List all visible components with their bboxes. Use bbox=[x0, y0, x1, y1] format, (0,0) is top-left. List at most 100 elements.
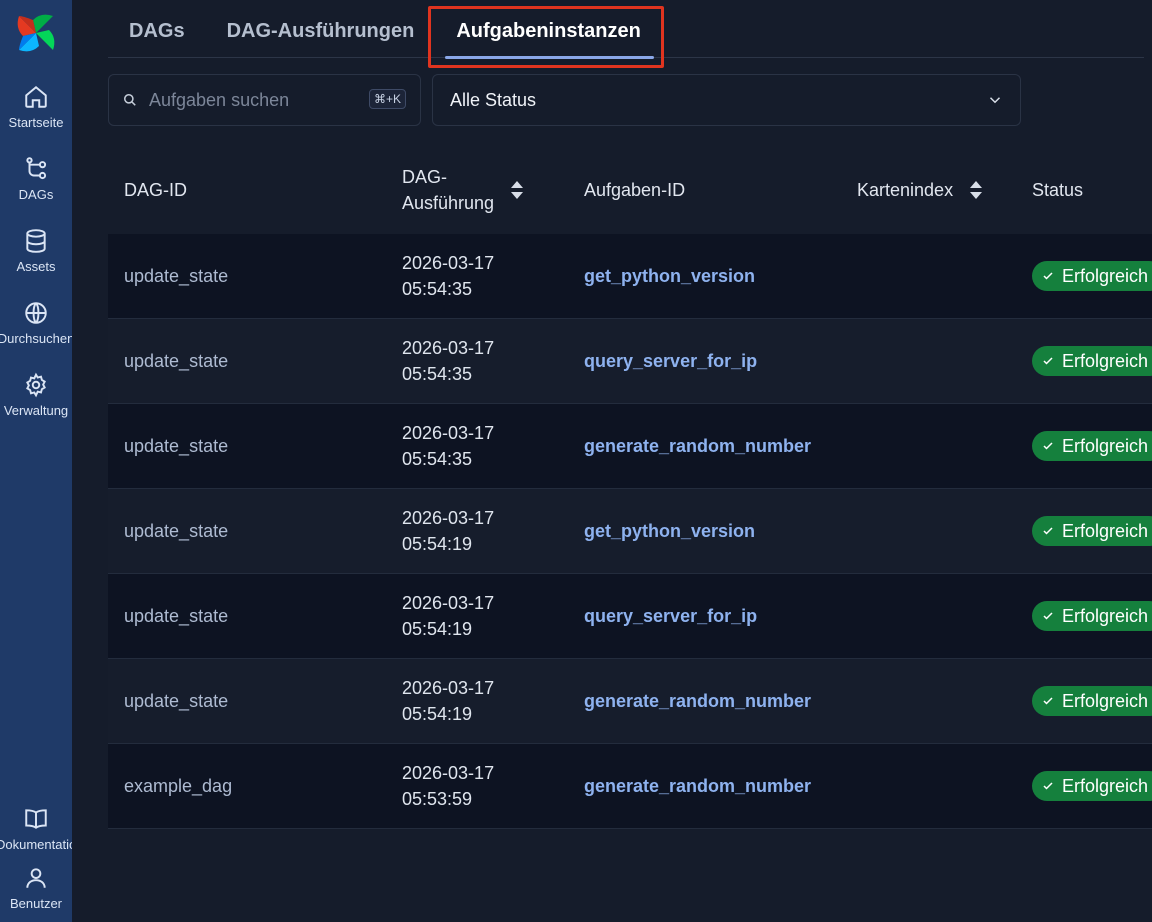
status-text: Erfolgreich bbox=[1062, 350, 1149, 371]
chevron-down-icon bbox=[989, 97, 1001, 104]
table-body: update_state 2026-03-17 05:54:35 get_pyt… bbox=[108, 234, 1152, 829]
sort-icon[interactable] bbox=[969, 180, 983, 200]
status-text: Erfolgreich bbox=[1062, 605, 1149, 626]
table-row[interactable]: update_state 2026-03-17 05:54:19 get_pyt… bbox=[108, 489, 1152, 574]
cell-status: Erfolgreich bbox=[1032, 346, 1152, 376]
cell-dag-run[interactable]: 2026-03-17 05:53:59 bbox=[402, 760, 584, 812]
run-time: 05:54:19 bbox=[402, 619, 473, 639]
sort-icon[interactable] bbox=[510, 180, 524, 200]
header-map-index-label: Kartenindex bbox=[857, 179, 954, 200]
header-map-index[interactable]: Kartenindex bbox=[857, 180, 1032, 201]
database-icon bbox=[26, 229, 46, 253]
cell-dag-id[interactable]: update_state bbox=[108, 691, 402, 712]
check-icon bbox=[1043, 442, 1053, 450]
sidebar-item-label: Dokumentation bbox=[0, 837, 72, 852]
sidebar-item-label: Benutzer bbox=[9, 896, 63, 911]
task-instances-table: DAG-ID DAG-Ausführung Aufgaben-ID Karten… bbox=[108, 146, 1152, 829]
cell-task-id[interactable]: query_server_for_ip bbox=[584, 351, 857, 372]
status-badge: Erfolgreich bbox=[1032, 686, 1152, 716]
cell-dag-run[interactable]: 2026-03-17 05:54:19 bbox=[402, 590, 584, 642]
cell-status: Erfolgreich bbox=[1032, 431, 1152, 461]
status-badge: Erfolgreich bbox=[1032, 261, 1152, 291]
cell-task-id[interactable]: query_server_for_ip bbox=[584, 606, 857, 627]
airflow-logo[interactable] bbox=[13, 10, 59, 56]
search-box: ⌘+K bbox=[108, 74, 421, 126]
run-date: 2026-03-17 bbox=[402, 253, 495, 273]
table-row[interactable]: example_dag 2026-03-17 05:53:59 generate… bbox=[108, 744, 1152, 829]
run-time: 05:53:59 bbox=[402, 789, 473, 809]
cell-dag-id[interactable]: update_state bbox=[108, 266, 402, 287]
check-icon bbox=[1043, 612, 1053, 620]
run-time: 05:54:35 bbox=[402, 364, 473, 384]
cell-task-id[interactable]: get_python_version bbox=[584, 266, 857, 287]
search-icon bbox=[123, 93, 136, 106]
header-dag-id[interactable]: DAG-ID bbox=[108, 180, 402, 201]
table-row[interactable]: update_state 2026-03-17 05:54:35 query_s… bbox=[108, 319, 1152, 404]
cell-task-id[interactable]: get_python_version bbox=[584, 521, 857, 542]
status-filter-select[interactable]: Alle Status bbox=[432, 74, 1021, 126]
cell-dag-run[interactable]: 2026-03-17 05:54:35 bbox=[402, 335, 584, 387]
table-row[interactable]: update_state 2026-03-17 05:54:35 generat… bbox=[108, 404, 1152, 489]
run-date: 2026-03-17 bbox=[402, 763, 495, 783]
header-task-id[interactable]: Aufgaben-ID bbox=[584, 180, 857, 201]
dag-icon bbox=[26, 157, 47, 180]
sidebar-item-label: Durchsuchen bbox=[0, 331, 72, 346]
cell-dag-id[interactable]: update_state bbox=[108, 521, 402, 542]
table-header: DAG-ID DAG-Ausführung Aufgaben-ID Karten… bbox=[108, 146, 1152, 234]
shortcut-badge: ⌘+K bbox=[368, 89, 406, 109]
status-badge: Erfolgreich bbox=[1032, 771, 1152, 801]
sidebar-item-dags[interactable]: DAGs bbox=[0, 156, 72, 203]
tab-dag-runs[interactable]: DAG-Ausführungen bbox=[206, 0, 436, 58]
status-text: Erfolgreich bbox=[1062, 520, 1149, 541]
tab-task-instances[interactable]: Aufgabeninstanzen bbox=[428, 0, 665, 68]
sidebar-item-user[interactable]: Benutzer bbox=[0, 865, 72, 912]
header-status[interactable]: Status bbox=[1032, 180, 1152, 201]
sidebar-item-label: Startseite bbox=[8, 115, 64, 130]
cell-status: Erfolgreich bbox=[1032, 686, 1152, 716]
cell-task-id[interactable]: generate_random_number bbox=[584, 691, 857, 712]
run-date: 2026-03-17 bbox=[402, 508, 495, 528]
cell-dag-id[interactable]: update_state bbox=[108, 436, 402, 457]
cell-task-id[interactable]: generate_random_number bbox=[584, 436, 857, 457]
run-time: 05:54:35 bbox=[402, 279, 473, 299]
tab-dags[interactable]: DAGs bbox=[108, 0, 206, 58]
sidebar-item-label: Verwaltung bbox=[3, 403, 69, 418]
sidebar-item-home[interactable]: Startseite bbox=[0, 84, 72, 131]
sidebar-item-admin[interactable]: Verwaltung bbox=[0, 372, 72, 419]
main-content: DAGs DAG-Ausführungen Aufgabeninstanzen … bbox=[72, 0, 1152, 922]
cell-status: Erfolgreich bbox=[1032, 261, 1152, 291]
cell-dag-id[interactable]: update_state bbox=[108, 351, 402, 372]
cell-dag-run[interactable]: 2026-03-17 05:54:35 bbox=[402, 420, 584, 472]
run-date: 2026-03-17 bbox=[402, 338, 495, 358]
header-dag-run[interactable]: DAG-Ausführung bbox=[402, 164, 584, 216]
status-filter-value: Alle Status bbox=[450, 89, 537, 110]
run-date: 2026-03-17 bbox=[402, 678, 495, 698]
status-text: Erfolgreich bbox=[1062, 775, 1149, 796]
run-time: 05:54:35 bbox=[402, 449, 473, 469]
cell-task-id[interactable]: generate_random_number bbox=[584, 776, 857, 797]
status-badge: Erfolgreich bbox=[1032, 601, 1152, 631]
cell-dag-run[interactable]: 2026-03-17 05:54:19 bbox=[402, 675, 584, 727]
sidebar-item-browse[interactable]: Durchsuchen bbox=[0, 300, 72, 347]
gear-icon bbox=[26, 372, 46, 398]
user-icon bbox=[26, 868, 46, 888]
run-date: 2026-03-17 bbox=[402, 423, 495, 443]
table-row[interactable]: update_state 2026-03-17 05:54:19 generat… bbox=[108, 659, 1152, 744]
status-text: Erfolgreich bbox=[1062, 265, 1149, 286]
tab-bar: DAGs DAG-Ausführungen Aufgabeninstanzen bbox=[108, 0, 1144, 68]
cell-dag-run[interactable]: 2026-03-17 05:54:35 bbox=[402, 250, 584, 302]
cell-dag-id[interactable]: example_dag bbox=[108, 776, 402, 797]
run-time: 05:54:19 bbox=[402, 704, 473, 724]
check-icon bbox=[1043, 782, 1053, 790]
globe-icon bbox=[25, 302, 47, 324]
table-row[interactable]: update_state 2026-03-17 05:54:35 get_pyt… bbox=[108, 234, 1152, 319]
check-icon bbox=[1043, 272, 1053, 280]
cell-dag-id[interactable]: update_state bbox=[108, 606, 402, 627]
check-icon bbox=[1043, 357, 1053, 365]
sidebar-item-assets[interactable]: Assets bbox=[0, 228, 72, 275]
sidebar-item-docs[interactable]: Dokumentation bbox=[0, 806, 72, 853]
status-badge: Erfolgreich bbox=[1032, 431, 1152, 461]
search-input[interactable] bbox=[149, 89, 349, 111]
table-row[interactable]: update_state 2026-03-17 05:54:19 query_s… bbox=[108, 574, 1152, 659]
cell-dag-run[interactable]: 2026-03-17 05:54:19 bbox=[402, 505, 584, 557]
